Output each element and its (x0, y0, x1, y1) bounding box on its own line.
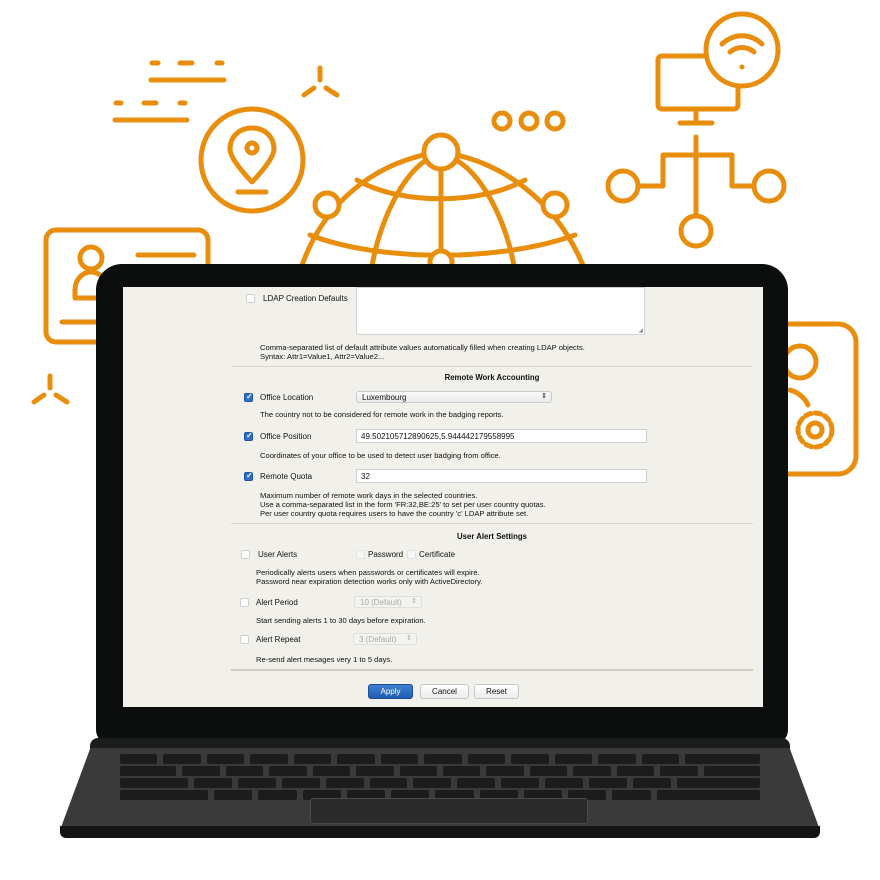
tri-spark-icon (301, 65, 340, 98)
user-alerts-checkbox[interactable] (241, 550, 250, 559)
apply-button[interactable]: Apply (368, 684, 413, 699)
remote-quota-help-3: Per user country quota requires users to… (260, 509, 529, 518)
location-pin-icon (198, 106, 306, 214)
dash-lines-icon (112, 60, 227, 123)
ellipsis-icon (491, 110, 566, 132)
divider (231, 669, 753, 671)
user-alerts-label: User Alerts (258, 550, 298, 559)
trackpad (310, 798, 588, 824)
globe-network-icon (295, 132, 591, 281)
alert-repeat-help: Re-send alert mesages very 1 to 5 days. (256, 655, 393, 664)
monitor-wifi-network-icon (605, 11, 787, 249)
select-arrows-icon: ⇕ (411, 598, 417, 605)
alert-repeat-label: Alert Repeat (256, 635, 301, 644)
tri-spark-icon-left (31, 373, 70, 405)
office-location-checkbox[interactable] (244, 392, 253, 402)
certificate-checkbox[interactable] (407, 550, 416, 559)
office-position-input[interactable]: 49.502105712890625,5.944442179558995 (356, 429, 647, 443)
office-location-help: The country not to be considered for rem… (260, 410, 504, 419)
reset-button[interactable]: Reset (474, 684, 519, 699)
office-location-label: Office Location (260, 393, 314, 402)
remote-quota-label: Remote Quota (260, 472, 313, 481)
divider (231, 366, 753, 367)
cancel-button[interactable]: Cancel (420, 684, 469, 699)
alert-repeat-select[interactable]: 3 (Default) ⇕ (353, 633, 417, 645)
alert-period-label: Alert Period (256, 598, 298, 607)
resize-grip-icon[interactable]: ◢ (638, 327, 643, 334)
office-position-checkbox[interactable] (244, 431, 253, 441)
alert-period-select[interactable]: 10 (Default) ⇕ (354, 596, 422, 608)
ldap-defaults-help-2: Syntax: Attr1=Value1, Attr2=Value2... (260, 352, 385, 361)
alert-period-checkbox[interactable] (240, 598, 249, 607)
password-checkbox[interactable] (356, 550, 365, 559)
alert-repeat-checkbox[interactable] (240, 635, 249, 644)
office-position-label: Office Position (260, 432, 312, 441)
ldap-defaults-label: LDAP Creation Defaults (263, 294, 348, 303)
remote-quota-checkbox[interactable] (244, 471, 253, 481)
laptop-screen: LDAP Creation Defaults ◢ Comma-separated… (123, 287, 763, 707)
certificate-label: Certificate (419, 550, 456, 559)
password-label: Password (368, 550, 404, 559)
laptop-keyboard (60, 738, 820, 838)
ldap-defaults-textarea[interactable]: ◢ (356, 287, 645, 335)
select-arrows-icon: ⇕ (406, 635, 412, 642)
office-position-help: Coordinates of your office to be used to… (260, 451, 501, 460)
remote-quota-input[interactable]: 32 (356, 469, 647, 483)
alert-period-help: Start sending alerts 1 to 30 days before… (256, 616, 426, 625)
section-title-remote-work: Remote Work Accounting (444, 373, 540, 382)
keyboard-keys (120, 754, 761, 804)
user-alerts-help-2: Password near expiration detection works… (256, 577, 483, 586)
select-arrows-icon: ⇕ (541, 393, 547, 400)
section-title-user-alerts: User Alert Settings (457, 532, 527, 541)
divider (231, 523, 753, 524)
office-location-select[interactable]: Luxembourg ⇕ (356, 391, 552, 403)
ldap-defaults-checkbox[interactable] (246, 294, 255, 303)
